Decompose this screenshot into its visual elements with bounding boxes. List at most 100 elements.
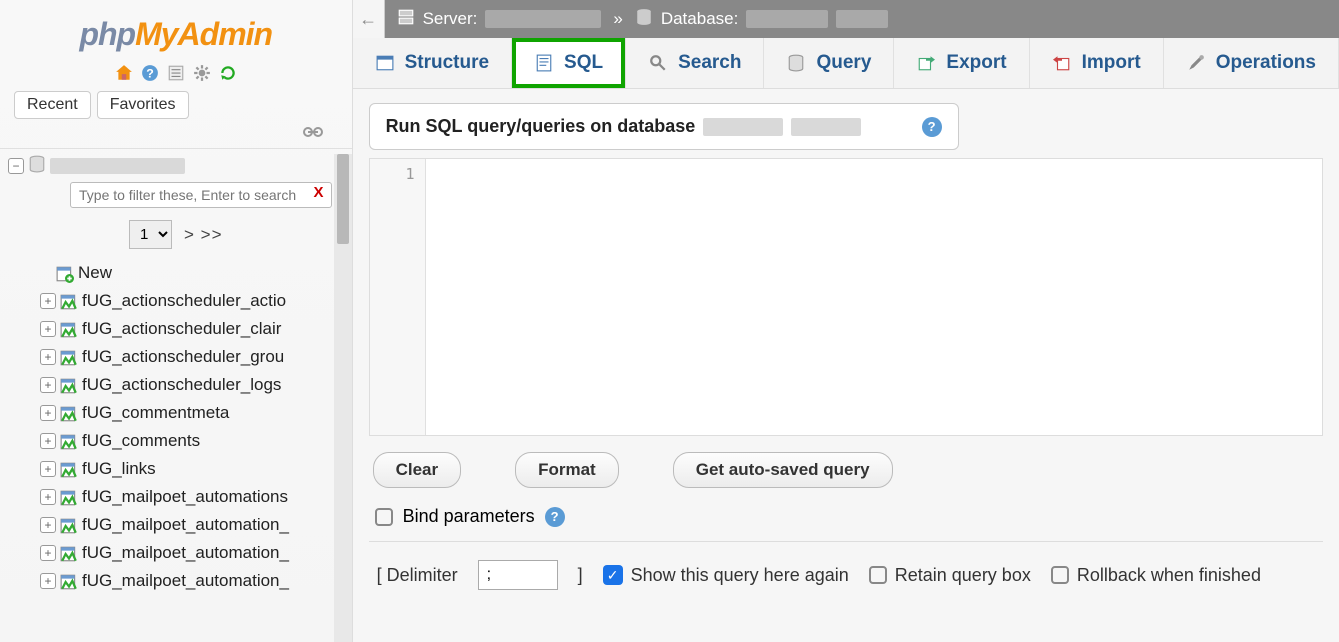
table-row[interactable]: + fUG_mailpoet_automations [8, 483, 352, 511]
tab-import[interactable]: Import [1030, 38, 1164, 88]
rollback-option[interactable]: Rollback when finished [1051, 565, 1261, 586]
db-tree-header[interactable]: − [0, 148, 352, 176]
expand-icon[interactable]: + [40, 377, 56, 393]
server-icon [397, 8, 415, 31]
back-button[interactable]: ← [353, 0, 385, 38]
table-row[interactable]: +fUG_actionscheduler_clair [8, 315, 352, 343]
line-number: 1 [370, 165, 415, 183]
recent-button[interactable]: Recent [14, 91, 91, 119]
retain-option[interactable]: Retain query box [869, 565, 1031, 586]
table-name: fUG_mailpoet_automation_ [82, 543, 289, 563]
svg-text:?: ? [146, 67, 154, 81]
tab-label: Structure [405, 52, 489, 74]
new-label: New [78, 263, 112, 283]
table-row[interactable]: +fUG_links [8, 455, 352, 483]
tab-query[interactable]: Query [764, 38, 894, 88]
tab-structure[interactable]: Structure [353, 38, 512, 88]
breadcrumb: ← Server: » Database: [353, 0, 1339, 38]
table-row[interactable]: + fUG_actionscheduler_grou [8, 343, 352, 371]
page-select[interactable]: 1 [129, 220, 172, 249]
home-icon[interactable] [114, 63, 134, 83]
sidebar: phpMyAdmin ? Recent Favorites − X 1 [0, 0, 353, 642]
server-label: Server: [423, 9, 478, 29]
tab-sql[interactable]: SQL [512, 38, 626, 88]
table-row[interactable]: + fUG_commentmeta [8, 399, 352, 427]
query-icon [786, 53, 806, 73]
sql-editor[interactable]: 1 [369, 158, 1323, 436]
table-row[interactable]: +fUG_mailpoet_automation_ [8, 567, 352, 595]
bind-checkbox[interactable] [375, 508, 393, 526]
sidebar-scrollbar[interactable] [334, 154, 352, 642]
expand-icon[interactable]: + [40, 293, 56, 309]
top-icons: ? [0, 59, 352, 91]
database-name-redacted [50, 158, 185, 174]
tab-search[interactable]: Search [626, 38, 764, 88]
delimiter-label: [ Delimiter [377, 565, 458, 586]
tab-label: Operations [1216, 52, 1316, 74]
query-title-text: Run SQL query/queries on database [386, 116, 696, 137]
logo-admin: Admin [178, 16, 273, 52]
sql-icon[interactable] [166, 63, 186, 83]
tab-export[interactable]: Export [894, 38, 1029, 88]
expand-icon[interactable]: + [40, 405, 56, 421]
code-area[interactable] [426, 159, 1322, 435]
expand-icon[interactable]: + [40, 349, 56, 365]
link-icon[interactable] [302, 125, 324, 142]
clear-button[interactable]: Clear [373, 452, 462, 488]
database-icon [635, 8, 653, 31]
tab-label: Query [816, 52, 871, 74]
operations-icon [1186, 53, 1206, 73]
table-row[interactable]: +fUG_actionscheduler_logs [8, 371, 352, 399]
database-name-redacted-1 [746, 10, 828, 28]
query-options: [ Delimiter ] ✓ Show this query here aga… [369, 542, 1323, 608]
checkbox-checked-icon[interactable]: ✓ [603, 565, 623, 585]
table-browse-icon [60, 375, 78, 395]
reload-icon[interactable] [218, 63, 238, 83]
table-name: fUG_mailpoet_automation_ [82, 515, 289, 535]
table-row[interactable]: +fUG_actionscheduler_actio [8, 287, 352, 315]
delimiter-close: ] [578, 565, 583, 586]
search-icon [648, 53, 668, 73]
expand-icon[interactable]: + [40, 517, 56, 533]
tab-operations[interactable]: Operations [1164, 38, 1339, 88]
database-label: Database: [661, 9, 739, 29]
help-icon[interactable]: ? [545, 507, 565, 527]
delimiter-input[interactable] [478, 560, 558, 590]
table-browse-icon [60, 515, 78, 535]
expand-icon[interactable]: + [40, 545, 56, 561]
query-title: Run SQL query/queries on database ? [369, 103, 959, 150]
expand-icon[interactable]: + [40, 321, 56, 337]
expand-icon[interactable]: + [40, 573, 56, 589]
pager-next[interactable]: > >> [184, 225, 223, 245]
table-row[interactable]: + fUG_mailpoet_automation_ [8, 511, 352, 539]
tab-label: SQL [564, 52, 603, 74]
retain-checkbox[interactable] [869, 566, 887, 584]
table-name: fUG_actionscheduler_grou [82, 347, 284, 367]
table-name: fUG_mailpoet_automations [82, 487, 288, 507]
rollback-checkbox[interactable] [1051, 566, 1069, 584]
help-icon[interactable]: ? [140, 63, 160, 83]
line-gutter: 1 [370, 159, 426, 435]
show-again-option[interactable]: ✓ Show this query here again [603, 565, 849, 586]
expand-icon[interactable]: + [40, 433, 56, 449]
format-button[interactable]: Format [515, 452, 619, 488]
expand-icon[interactable]: + [40, 489, 56, 505]
logo: phpMyAdmin [0, 0, 352, 59]
database-icon [28, 155, 46, 176]
tab-label: Import [1082, 52, 1141, 74]
tab-label: Export [946, 52, 1006, 74]
expand-icon[interactable]: + [40, 461, 56, 477]
favorites-button[interactable]: Favorites [97, 91, 189, 119]
table-row[interactable]: +fUG_comments [8, 427, 352, 455]
collapse-icon[interactable]: − [8, 158, 24, 174]
autosaved-button[interactable]: Get auto-saved query [673, 452, 893, 488]
table-name: fUG_commentmeta [82, 403, 229, 423]
table-row[interactable]: + fUG_mailpoet_automation_ [8, 539, 352, 567]
rollback-label: Rollback when finished [1077, 565, 1261, 586]
filter-input[interactable] [70, 182, 332, 208]
bind-label: Bind parameters [403, 506, 535, 527]
settings-icon[interactable] [192, 63, 212, 83]
new-table[interactable]: New [8, 259, 352, 287]
help-icon[interactable]: ? [922, 117, 942, 137]
filter-clear-icon[interactable]: X [314, 184, 324, 201]
